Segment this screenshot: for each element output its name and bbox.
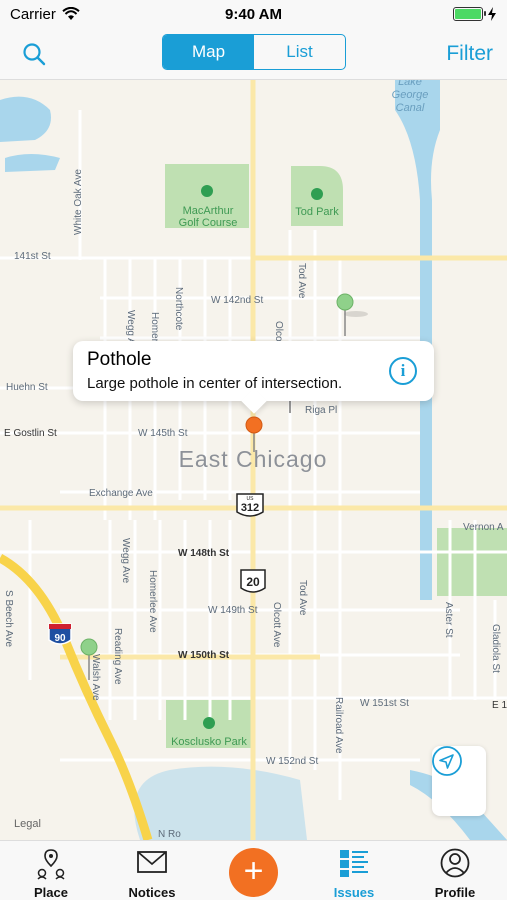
svg-text:Riga Pl: Riga Pl (305, 405, 337, 416)
tab-label-place: Place (34, 885, 68, 900)
svg-text:Lake: Lake (398, 80, 422, 88)
tab-place[interactable]: Place (11, 841, 91, 900)
svg-text:Vernon A: Vernon A (463, 522, 504, 533)
issue-pin-green-1[interactable] (336, 293, 368, 336)
svg-text:Homerlee Ave: Homerlee Ave (147, 570, 158, 633)
issue-callout[interactable]: Pothole Large pothole in center of inter… (73, 341, 434, 401)
svg-text:W 145th St: W 145th St (138, 428, 188, 439)
pond-water (5, 154, 60, 172)
macarthur-park-icon (201, 185, 213, 197)
svg-text:Tod Park: Tod Park (295, 206, 339, 218)
svg-text:E Gostlin St: E Gostlin St (4, 428, 57, 439)
map-segment[interactable]: Map (163, 35, 254, 69)
svg-text:N Ro: N Ro (158, 829, 181, 840)
svg-text:Reading Ave: Reading Ave (112, 628, 123, 685)
location-arrow-icon (432, 746, 462, 776)
svg-text:141st St: 141st St (14, 251, 51, 262)
place-icon (37, 849, 65, 880)
tab-label-issues: Issues (333, 885, 375, 900)
svg-text:Exchange Ave: Exchange Ave (89, 488, 153, 499)
svg-text:White Oak Ave: White Oak Ave (73, 169, 84, 235)
svg-text:Wegg Ave: Wegg Ave (120, 538, 131, 584)
search-icon[interactable] (22, 42, 46, 66)
svg-text:Gladiola St: Gladiola St (490, 624, 501, 673)
svg-text:Railroad Ave: Railroad Ave (333, 697, 344, 754)
i-90-shield: 90 (48, 623, 72, 645)
svg-text:90: 90 (54, 633, 66, 644)
svg-text:Aster St: Aster St (443, 602, 454, 638)
callout-title: Pothole (87, 349, 152, 370)
canal-water (395, 80, 440, 600)
status-bar: Carrier 9:40 AM (0, 0, 507, 28)
filter-button[interactable]: Filter (446, 42, 493, 66)
map-view[interactable]: US 312 20 90 Lake George Canal White Oak… (0, 80, 507, 840)
svg-text:Canal: Canal (396, 102, 425, 114)
profile-icon (440, 848, 470, 878)
svg-text:W 151st St: W 151st St (360, 698, 409, 709)
svg-text:S Beech Ave: S Beech Ave (3, 590, 14, 648)
svg-text:Legal: Legal (14, 818, 41, 830)
callout-description: Large pothole in center of intersection. (87, 375, 343, 392)
map-list-segmented-control: Map List (162, 34, 346, 70)
us-312-shield: US 312 (236, 493, 264, 517)
map-canvas: US 312 20 90 Lake George Canal White Oak… (0, 80, 507, 840)
current-location-button[interactable] (432, 746, 486, 816)
svg-text:East Chicago: East Chicago (179, 446, 328, 472)
svg-text:W 149th St: W 149th St (208, 605, 258, 616)
battery-icon (453, 7, 486, 21)
svg-text:312: 312 (241, 502, 259, 514)
svg-text:W 142nd St: W 142nd St (211, 295, 263, 306)
svg-text:E 1: E 1 (492, 700, 507, 711)
svg-text:Northcote: Northcote (173, 287, 184, 331)
tab-label-profile: Profile (434, 885, 476, 900)
svg-text:W 150th St: W 150th St (178, 650, 230, 661)
east-park (437, 528, 507, 596)
add-issue-button[interactable]: + (229, 848, 278, 897)
svg-text:Olcott Ave: Olcott Ave (271, 602, 282, 648)
tab-label-notices: Notices (128, 885, 176, 900)
svg-text:Walsh Ave: Walsh Ave (90, 654, 101, 701)
svg-text:Kosclusko Park: Kosclusko Park (171, 736, 247, 748)
issues-list-icon (340, 850, 368, 877)
svg-text:MacArthur: MacArthur (183, 205, 234, 217)
lake-water-left (0, 96, 51, 142)
svg-text:W 152nd St: W 152nd St (266, 756, 318, 767)
svg-text:Golf Course: Golf Course (179, 217, 238, 229)
app-root: Carrier 9:40 AM Map List Filter US 312 2… (0, 0, 507, 900)
status-time: 9:40 AM (225, 5, 282, 23)
kosciusko-park-icon (203, 717, 215, 729)
svg-text:W 148th St: W 148th St (178, 548, 230, 559)
tab-profile[interactable]: Profile (415, 841, 495, 900)
svg-text:Huehn St: Huehn St (6, 382, 48, 393)
info-icon[interactable]: i (389, 357, 417, 385)
tod-park-icon (311, 188, 323, 200)
tab-notices[interactable]: Notices (112, 841, 192, 900)
us-20-shield: 20 (240, 569, 266, 593)
list-segment[interactable]: List (254, 35, 345, 69)
svg-text:Tod Ave: Tod Ave (296, 263, 307, 299)
envelope-icon (137, 851, 167, 873)
svg-text:Tod Ave: Tod Ave (297, 580, 308, 616)
tab-issues[interactable]: Issues (314, 841, 394, 900)
svg-text:George: George (392, 89, 429, 101)
nav-bar: Map List Filter (0, 28, 507, 80)
svg-text:20: 20 (246, 575, 260, 589)
